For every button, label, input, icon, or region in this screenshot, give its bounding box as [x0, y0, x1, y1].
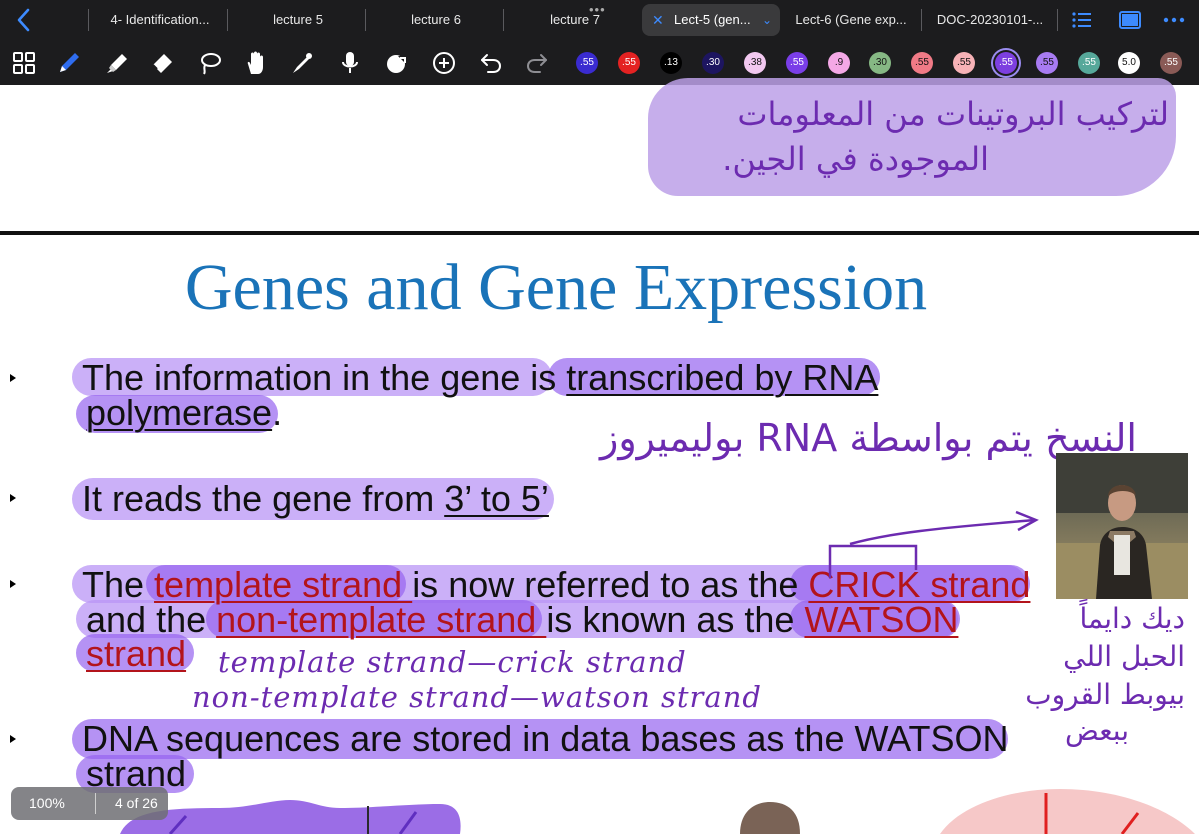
slide-title: Genes and Gene Expression — [184, 251, 928, 324]
bullet-3-line-2: and the non-template strand is known as … — [86, 600, 958, 640]
bullet-text: DNA sequences are stored in data bases a… — [82, 718, 1009, 759]
tab-doc[interactable]: DOC-20230101-... — [926, 4, 1054, 36]
bullet-4-line-1: DNA sequences are stored in data bases a… — [82, 719, 1008, 759]
chevron-down-icon[interactable]: ⌄ — [762, 4, 772, 36]
hand-icon[interactable] — [243, 50, 269, 76]
color-swatch[interactable]: .55 — [1160, 52, 1182, 74]
color-swatch[interactable]: .13 — [660, 52, 682, 74]
bullet-text: It reads the gene from — [82, 478, 445, 519]
color-swatch[interactable]: .30 — [702, 52, 724, 74]
tab-separator — [1057, 9, 1058, 31]
divider — [95, 793, 96, 814]
color-swatch[interactable]: .55 — [911, 52, 933, 74]
bullet-2-line-1: It reads the gene from 3’ to 5’ — [82, 479, 549, 519]
close-icon[interactable]: ✕ — [652, 4, 664, 36]
color-swatch[interactable]: .9 — [828, 52, 850, 74]
bullet-underlined-text: 3’ to 5’ — [444, 478, 549, 519]
handwritten-arabic-note: بيوبط القروب — [1025, 678, 1185, 711]
undo-icon[interactable] — [478, 50, 504, 76]
drag-handle-icon[interactable]: ••• — [589, 2, 606, 17]
color-swatch-selected[interactable]: .55 — [995, 52, 1017, 74]
tab-separator — [227, 9, 228, 31]
grid-icon[interactable] — [11, 50, 37, 76]
zoom-page-indicator[interactable]: 100% 4 of 26 — [11, 787, 168, 820]
handwritten-arrow-annotation — [828, 510, 1039, 578]
person-photo — [1056, 453, 1188, 599]
handwritten-arabic-note: ببعض — [1064, 714, 1129, 747]
tab-label: Lect-5 (gen... — [674, 12, 751, 27]
more-icon[interactable] — [1162, 8, 1186, 32]
bullet-text: is known as the — [546, 599, 805, 640]
zoom-level[interactable]: 100% — [29, 787, 65, 820]
lasso-icon[interactable] — [197, 50, 223, 76]
handwritten-arabic-note: ديك دايماً — [1079, 602, 1185, 635]
highlighter-icon[interactable] — [104, 50, 130, 76]
shapes-icon[interactable] — [384, 50, 410, 76]
tab-separator — [365, 9, 366, 31]
tab-separator — [503, 9, 504, 31]
partial-illustration — [740, 802, 800, 834]
color-swatch[interactable]: .55 — [1036, 52, 1058, 74]
color-swatch[interactable]: .55 — [786, 52, 808, 74]
handwritten-note: template strand—crick strand — [218, 645, 687, 679]
sidebar-icon[interactable] — [1118, 8, 1142, 32]
color-swatch[interactable]: .55 — [576, 52, 598, 74]
bullet-underlined-text: strand — [86, 633, 187, 674]
bullet-marker — [10, 735, 16, 743]
bullet-underlined-text: transcribed by RNA — [566, 357, 879, 398]
bullet-marker — [10, 580, 16, 588]
color-swatch[interactable]: .55 — [618, 52, 640, 74]
page-divider — [0, 231, 1199, 235]
tab-lect-5-active[interactable]: ✕ Lect-5 (gen... ⌄ — [642, 4, 780, 36]
page-indicator[interactable]: 4 of 26 — [115, 787, 158, 820]
color-swatch[interactable]: .55 — [953, 52, 975, 74]
color-swatch[interactable]: .38 — [744, 52, 766, 74]
bullet-3-line-3: strand — [86, 634, 186, 674]
tab-identification[interactable]: 4- Identification... — [96, 4, 224, 36]
color-swatch[interactable]: .30 — [869, 52, 891, 74]
add-icon[interactable] — [431, 50, 457, 76]
pen-icon[interactable] — [56, 50, 82, 76]
handwritten-note: non-template strand—watson strand — [192, 680, 762, 714]
person-photo-image — [1056, 453, 1188, 599]
chevron-left-icon[interactable] — [12, 6, 36, 34]
tab-lecture-5[interactable]: lecture 5 — [234, 4, 362, 36]
bullet-underlined-text: non-template strand — [216, 599, 547, 640]
handwritten-arabic-note: الموجودة في الجين. — [722, 140, 989, 178]
color-swatch[interactable]: .55 — [1078, 52, 1100, 74]
bullet-1-line-2: polymerase. — [86, 393, 282, 433]
tab-bar: 4- Identification... lecture 5 lecture 6… — [0, 0, 1199, 40]
tab-separator — [921, 9, 922, 31]
list-icon[interactable] — [1070, 8, 1094, 32]
tab-lecture-7[interactable]: lecture 7 — [510, 4, 640, 36]
bullet-text: . — [272, 392, 283, 433]
microphone-icon[interactable] — [337, 50, 363, 76]
color-swatch[interactable]: 5.0 — [1118, 52, 1140, 74]
tab-separator — [88, 9, 89, 31]
bullet-marker — [10, 494, 16, 502]
redo-icon[interactable] — [524, 50, 550, 76]
bullet-underlined-text: polymerase — [86, 392, 273, 433]
bullet-underlined-text: WATSON — [804, 599, 959, 640]
partial-pie-illustration — [940, 789, 1195, 834]
eraser-icon[interactable] — [150, 50, 176, 76]
handwritten-arabic-note: لتركيب البروتينات من المعلومات — [737, 95, 1169, 133]
bullet-marker — [10, 374, 16, 382]
handwritten-arabic-note: الحبل اللي — [1063, 640, 1185, 673]
tab-lecture-6[interactable]: lecture 6 — [372, 4, 500, 36]
tab-lect-6[interactable]: Lect-6 (Gene exp... — [784, 4, 918, 36]
pointer-icon[interactable] — [289, 50, 315, 76]
